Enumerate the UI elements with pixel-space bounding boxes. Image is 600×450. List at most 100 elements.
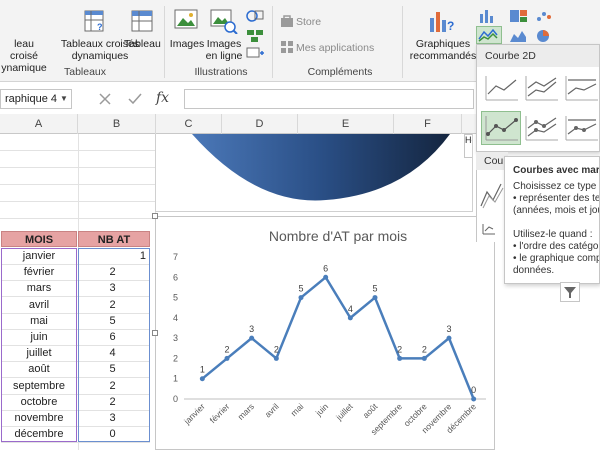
y-tick-label: 7 <box>173 252 178 262</box>
table-label: Tableau <box>124 38 161 50</box>
data-point <box>323 274 329 280</box>
resize-handle[interactable] <box>152 213 158 219</box>
data-label: 6 <box>323 263 328 273</box>
data-point <box>446 335 452 341</box>
screenshot-icon[interactable] <box>246 46 266 60</box>
shapes-icon[interactable] <box>246 8 266 24</box>
svg-text:?: ? <box>447 19 454 33</box>
tooltip-line: • l'ordre des catégor <box>513 241 600 252</box>
x-tick-label: juin <box>313 401 330 418</box>
group-separator <box>272 6 273 78</box>
online-images-button[interactable]: Images en ligne <box>204 38 244 62</box>
store-icon <box>281 15 293 27</box>
y-tick-label: 5 <box>173 293 178 303</box>
table-button[interactable]: Tableau <box>124 38 161 50</box>
addins-group-label: Compléments <box>307 66 373 78</box>
cancel-icon[interactable] <box>98 92 112 106</box>
online-images-icon <box>210 9 238 34</box>
data-label: 2 <box>224 344 229 354</box>
table-icon <box>131 10 153 32</box>
header-nb-at[interactable]: NB AT <box>78 231 150 247</box>
tooltip-line: (années, mois et jou <box>513 205 600 216</box>
percent-markers-thumb[interactable] <box>561 111 600 145</box>
smartart-icon[interactable] <box>246 28 266 44</box>
tooltip-line: • le graphique comp <box>513 253 600 264</box>
y-tick-label: 1 <box>173 374 178 384</box>
pie-chart-object[interactable]: Ho <box>155 134 473 212</box>
tooltip-line: Choisissez ce type d <box>513 181 600 192</box>
online-images-label-1: Images <box>206 38 242 50</box>
excel-window: leau croisé ynamique ? Tableaux croisés … <box>0 0 600 450</box>
area-chart-icon[interactable] <box>508 28 530 44</box>
stacked-markers-thumb[interactable] <box>521 111 561 145</box>
data-label: 2 <box>397 344 402 354</box>
y-tick-label: 2 <box>173 353 178 363</box>
data-point <box>298 295 304 301</box>
column-header-c[interactable]: C <box>156 114 222 134</box>
group-separator <box>164 6 165 78</box>
data-label: 4 <box>348 304 353 314</box>
pie-slice-visible <box>192 134 450 201</box>
range-highlight-b <box>78 248 150 442</box>
tables-group-label: Tableaux <box>63 66 107 78</box>
scatter-chart-icon[interactable] <box>534 8 556 24</box>
store-button[interactable]: Store <box>296 16 321 28</box>
grid-line <box>1 442 150 444</box>
data-point <box>421 355 427 361</box>
column-header-d[interactable]: D <box>222 114 298 134</box>
tooltip-line: données. <box>513 265 555 276</box>
chart-option-partial[interactable]: Ho <box>464 134 472 158</box>
column-header-a[interactable]: A <box>0 114 78 134</box>
header-mois[interactable]: MOIS <box>1 231 77 247</box>
series-line <box>201 276 475 400</box>
chevron-down-icon[interactable]: ▼ <box>60 94 68 103</box>
images-icon <box>174 9 198 29</box>
images-button[interactable]: Images <box>168 38 206 50</box>
column-header-b[interactable]: B <box>78 114 156 134</box>
pivot-table-label-2: ynamique <box>1 62 47 74</box>
data-label: 1 <box>200 365 205 375</box>
more-line-charts-icon[interactable] <box>481 222 497 236</box>
confirm-icon[interactable] <box>128 92 142 106</box>
data-label: 2 <box>422 344 427 354</box>
column-header-e[interactable]: E <box>298 114 394 134</box>
pivot-table-button[interactable]: leau croisé ynamique <box>0 38 48 74</box>
gallery-3d-area <box>476 170 504 242</box>
data-point <box>372 295 378 301</box>
bar-chart-icon[interactable] <box>478 8 500 24</box>
pie-chart-icon[interactable] <box>534 28 556 44</box>
formula-input[interactable] <box>184 89 474 109</box>
line-markers-thumb[interactable] <box>481 111 521 145</box>
resize-handle[interactable] <box>152 330 158 336</box>
data-label: 3 <box>249 324 254 334</box>
line-3d-thumb-icon[interactable] <box>477 170 505 214</box>
percent-line-thumb-icon <box>565 76 598 101</box>
line-chart-dropdown-button[interactable] <box>476 26 502 44</box>
grid-line <box>0 150 155 151</box>
data-label: 5 <box>372 284 377 294</box>
column-header-f[interactable]: F <box>394 114 462 134</box>
recommended-charts-button[interactable]: Graphiques recommandés <box>408 38 478 62</box>
y-tick-label: 0 <box>173 394 178 404</box>
insert-function-icon[interactable]: fx <box>156 90 169 106</box>
my-apps-button[interactable]: Mes applications <box>296 42 374 54</box>
data-label: 3 <box>446 324 451 334</box>
line-thumb[interactable] <box>481 71 521 105</box>
data-point <box>397 355 403 361</box>
online-images-label-2: en ligne <box>205 50 243 62</box>
data-point <box>347 315 353 321</box>
grid-line <box>0 184 155 185</box>
images-label: Images <box>169 38 205 50</box>
tooltip-line: • représenter des ten <box>513 193 600 204</box>
percent-line-thumb[interactable] <box>561 71 600 105</box>
line-chart-object[interactable]: Nombre d'AT par mois 0 1 2 3 4 5 6 7 1 2 3 2 5 6 4 5 2 2 3 0… <box>155 216 495 450</box>
percent-markers-thumb-icon <box>565 116 598 141</box>
range-highlight-a <box>1 248 77 442</box>
data-point <box>199 376 205 382</box>
x-tick-label: avril <box>263 401 281 419</box>
x-tick-label: mars <box>236 401 256 421</box>
chart-filter-button[interactable] <box>560 282 580 302</box>
stacked-line-thumb[interactable] <box>521 71 561 105</box>
data-label: 5 <box>298 284 303 294</box>
hierarchy-chart-icon[interactable] <box>508 8 530 24</box>
